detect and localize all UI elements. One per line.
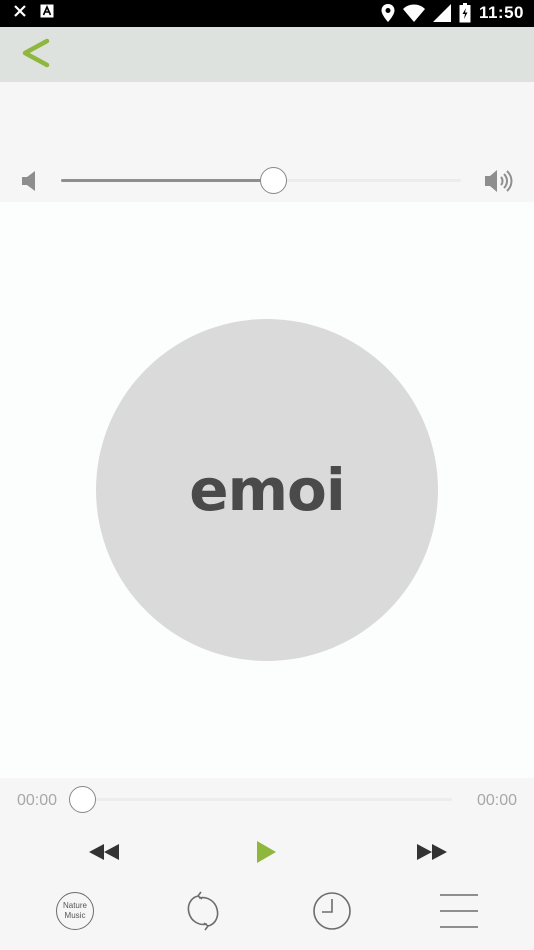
volume-low-icon[interactable] <box>20 170 40 192</box>
music-label: Music <box>64 911 86 920</box>
play-icon <box>257 841 276 863</box>
volume-high-icon[interactable] <box>484 168 514 194</box>
play-button[interactable] <box>246 838 286 866</box>
playlist-menu-button[interactable] <box>437 890 481 932</box>
now-playing-area: emoi <box>0 202 534 778</box>
close-notification-icon <box>14 5 26 17</box>
volume-slider-thumb[interactable] <box>260 167 287 194</box>
progress-slider[interactable] <box>69 786 452 813</box>
emoi-logo: emoi <box>189 456 345 524</box>
back-button[interactable] <box>16 35 56 75</box>
rewind-button[interactable] <box>84 838 124 866</box>
rewind-icon <box>89 844 119 860</box>
status-bar: 11:50 <box>0 0 534 27</box>
repeat-icon <box>187 891 219 931</box>
battery-icon <box>459 3 471 23</box>
fast-forward-button[interactable] <box>412 838 452 866</box>
total-time: 00:00 <box>476 792 517 809</box>
status-right-icons: 11:50 <box>381 3 524 23</box>
location-icon <box>381 4 395 22</box>
signal-icon <box>432 4 451 22</box>
progress-slider-thumb[interactable] <box>69 786 96 813</box>
top-app-bar <box>0 27 534 82</box>
nature-music-button[interactable]: Nature Music <box>53 890 97 932</box>
status-left-icons <box>14 4 54 18</box>
sleep-timer-button[interactable] <box>310 890 354 932</box>
fast-forward-icon <box>417 844 447 860</box>
wifi-icon <box>402 4 425 22</box>
volume-slider[interactable] <box>61 167 461 194</box>
current-time: 00:00 <box>17 792 58 809</box>
a-notification-icon <box>40 4 54 18</box>
nature-music-badge: Nature Music <box>56 892 94 930</box>
volume-panel <box>0 82 534 202</box>
album-disc: emoi <box>96 319 438 661</box>
menu-icon <box>440 894 478 928</box>
chevron-left-icon <box>22 38 50 68</box>
nature-label: Nature <box>62 901 87 910</box>
volume-slider-fill <box>61 179 273 182</box>
status-time: 11:50 <box>478 3 524 22</box>
clock-icon <box>313 892 351 930</box>
repeat-button[interactable] <box>181 890 225 932</box>
player-controls: 00:00 00:00 Nature Music <box>0 778 534 950</box>
